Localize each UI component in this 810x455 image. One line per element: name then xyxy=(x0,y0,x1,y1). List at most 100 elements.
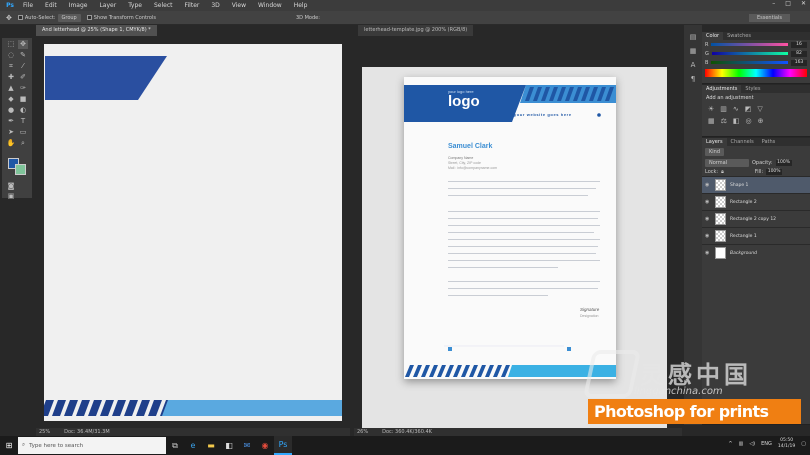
menu-image[interactable]: Image xyxy=(63,2,94,9)
path-select-tool-icon[interactable]: ➤ xyxy=(6,128,16,137)
menu-help[interactable]: Help xyxy=(288,2,314,9)
character-panel-icon[interactable]: A xyxy=(688,61,698,70)
visibility-eye-icon[interactable]: ◉ xyxy=(705,233,711,239)
vibrance-icon[interactable]: ▽ xyxy=(757,105,762,113)
workspace-dropdown[interactable]: Essentials xyxy=(748,14,790,22)
letterhead-canvas[interactable] xyxy=(40,44,342,421)
chrome-icon[interactable]: ◉ xyxy=(256,436,274,455)
color-spectrum[interactable] xyxy=(705,69,807,77)
layer-row[interactable]: ◉ Rectangle 1 xyxy=(702,227,810,244)
minimize-icon[interactable]: – xyxy=(772,0,775,7)
zoom-tool-icon[interactable]: ⌕ xyxy=(18,139,28,148)
layer-row[interactable]: ◉ Rectangle 2 copy 12 xyxy=(702,210,810,227)
tab-adjustments[interactable]: Adjustments xyxy=(702,85,742,93)
hue-saturation-icon[interactable]: ▦ xyxy=(708,117,715,125)
paragraph-panel-icon[interactable]: ¶ xyxy=(688,75,698,84)
slider-r[interactable] xyxy=(711,43,788,46)
brightness-icon[interactable]: ☀ xyxy=(708,105,714,113)
tab-paths[interactable]: Paths xyxy=(758,138,780,146)
menu-file[interactable]: File xyxy=(17,2,39,9)
screen-mode-icon[interactable]: ▣ xyxy=(6,192,16,201)
close-icon[interactable]: ✕ xyxy=(801,0,806,7)
pen-tool-icon[interactable]: ✒ xyxy=(6,117,16,126)
dodge-tool-icon[interactable]: ◐ xyxy=(18,106,28,115)
tab-letterhead-jpg[interactable]: letterhead-template.jpg @ 200% (RGB/8) xyxy=(358,25,474,36)
blend-mode-dropdown[interactable]: Normal xyxy=(705,159,749,167)
quick-select-tool-icon[interactable]: ✎ xyxy=(18,51,28,60)
opacity-value[interactable]: 100% xyxy=(775,160,792,166)
tab-styles[interactable]: Styles xyxy=(741,85,764,93)
history-panel-icon[interactable]: ▤ xyxy=(688,33,698,42)
menu-select[interactable]: Select xyxy=(148,2,179,9)
layer-row[interactable]: ◉ Rectangle 2 xyxy=(702,193,810,210)
quick-mask-icon[interactable]: ◙ xyxy=(6,182,16,191)
visibility-eye-icon[interactable]: ◉ xyxy=(705,250,711,256)
healing-tool-icon[interactable]: ✚ xyxy=(6,73,16,82)
layer-row[interactable]: ◉ Background xyxy=(702,244,810,261)
menu-edit[interactable]: Edit xyxy=(39,2,63,9)
mail-icon[interactable]: ✉ xyxy=(238,436,256,455)
layer-filter-kind[interactable]: Kind xyxy=(705,148,725,156)
marquee-tool-icon[interactable]: ⬚ xyxy=(6,40,16,49)
maximize-icon[interactable]: □ xyxy=(785,0,791,7)
history-brush-icon[interactable]: ✑ xyxy=(18,84,28,93)
clock[interactable]: 05:50 14/1/19 xyxy=(778,438,795,450)
chevron-up-icon[interactable]: ^ xyxy=(728,441,732,447)
tab-channels[interactable]: Channels xyxy=(727,138,758,146)
store-icon[interactable]: ◧ xyxy=(220,436,238,455)
windows-start-icon[interactable]: ⊞ xyxy=(0,441,18,450)
visibility-eye-icon[interactable]: ◉ xyxy=(705,199,711,205)
slider-g[interactable] xyxy=(711,52,788,55)
edge-icon[interactable]: e xyxy=(184,436,202,455)
layer-row[interactable]: ◉ Shape 1 xyxy=(702,176,810,193)
slider-b[interactable] xyxy=(711,61,788,64)
menu-3d[interactable]: 3D xyxy=(205,2,225,9)
gradient-tool-icon[interactable]: ■ xyxy=(18,95,28,104)
lasso-tool-icon[interactable]: ◌ xyxy=(6,51,16,60)
slider-r-value[interactable]: 16 xyxy=(791,41,807,48)
photo-filter-icon[interactable]: ◎ xyxy=(746,117,752,125)
notifications-icon[interactable]: ▢ xyxy=(801,441,806,447)
brush-tool-icon[interactable]: ✐ xyxy=(18,73,28,82)
visibility-eye-icon[interactable]: ◉ xyxy=(705,182,711,188)
color-balance-icon[interactable]: ⚖ xyxy=(721,117,727,125)
taskbar-search[interactable]: ⌕ Type here to search xyxy=(18,437,166,454)
auto-select-checkbox[interactable] xyxy=(17,15,23,20)
blur-tool-icon[interactable]: ● xyxy=(6,106,16,115)
slider-b-value[interactable]: 163 xyxy=(791,59,807,66)
volume-icon[interactable]: ◁) xyxy=(749,441,755,447)
slider-g-value[interactable]: 82 xyxy=(791,50,807,57)
move-tool-icon[interactable]: ✥ xyxy=(18,40,28,49)
right-zoom[interactable]: 26% xyxy=(357,429,368,435)
levels-icon[interactable]: ▥ xyxy=(720,105,727,113)
eyedropper-tool-icon[interactable]: ⁄ xyxy=(18,62,28,71)
auto-select-dropdown[interactable]: Group xyxy=(57,13,81,22)
menu-window[interactable]: Window xyxy=(252,2,288,9)
stamp-tool-icon[interactable]: ▲ xyxy=(6,84,16,93)
properties-panel-icon[interactable]: ▦ xyxy=(688,47,698,56)
shape-tool-icon[interactable]: ▭ xyxy=(18,128,28,137)
tab-layers[interactable]: Layers xyxy=(702,138,727,146)
lock-icon[interactable]: 🔒︎ xyxy=(721,169,724,175)
visibility-eye-icon[interactable]: ◉ xyxy=(705,216,711,222)
menu-type[interactable]: Type xyxy=(122,2,148,9)
menu-filter[interactable]: Filter xyxy=(179,2,206,9)
transform-controls-checkbox[interactable] xyxy=(86,15,92,20)
type-tool-icon[interactable]: T xyxy=(18,117,28,126)
background-color-swatch[interactable] xyxy=(15,164,26,175)
task-view-icon[interactable]: ⧉ xyxy=(166,436,184,455)
channel-mixer-icon[interactable]: ⊕ xyxy=(758,117,764,125)
hand-tool-icon[interactable]: ✋ xyxy=(6,139,16,148)
photoshop-taskbar-icon[interactable]: Ps xyxy=(274,436,292,455)
crop-tool-icon[interactable]: ⌗ xyxy=(6,62,16,71)
fill-value[interactable]: 100% xyxy=(766,169,783,175)
curves-icon[interactable]: ∿ xyxy=(733,105,739,113)
tab-color[interactable]: Color xyxy=(702,32,724,40)
tab-letterhead-psd[interactable]: And letterhead @ 25% (Shape 1, CMYK/8) * xyxy=(36,25,157,36)
language-indicator[interactable]: ENG xyxy=(761,441,772,447)
black-white-icon[interactable]: ◧ xyxy=(733,117,740,125)
move-tool-icon[interactable]: ✥ xyxy=(6,14,12,22)
exposure-icon[interactable]: ◩ xyxy=(745,105,752,113)
network-icon[interactable]: ▥ xyxy=(739,441,744,447)
menu-layer[interactable]: Layer xyxy=(93,2,122,9)
